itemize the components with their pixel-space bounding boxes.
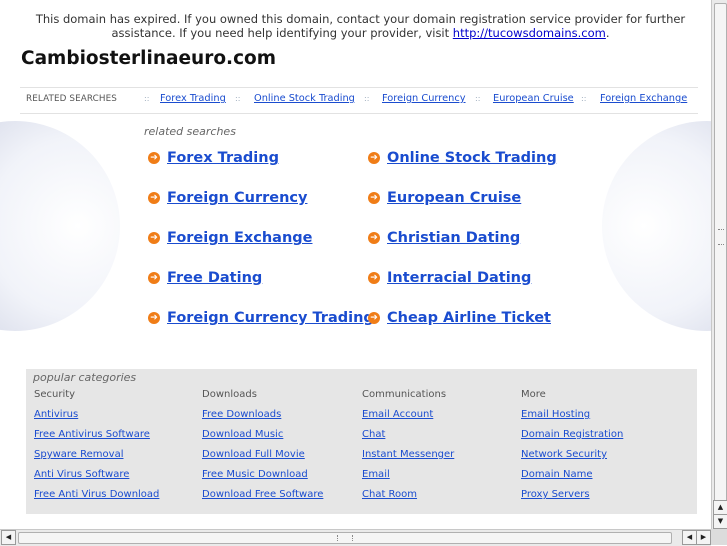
related-link-forex-trading[interactable]: Forex Trading (160, 93, 226, 104)
separator: :: (144, 94, 150, 103)
vertical-scroll-thumb[interactable] (714, 3, 727, 505)
main-link-row: ➔ Online Stock Trading (368, 150, 557, 166)
category-heading: More (521, 389, 546, 400)
category-link[interactable]: Domain Registration (521, 429, 623, 449)
category-link[interactable]: Free Downloads (202, 409, 323, 429)
separator: :: (581, 94, 587, 103)
grip-icon (718, 229, 724, 245)
category-link[interactable]: Antivirus (34, 409, 159, 429)
scroll-left-button[interactable]: ◀ (1, 530, 16, 545)
related-link-online-stock-trading[interactable]: Online Stock Trading (254, 93, 355, 104)
category-link[interactable]: Download Free Software (202, 489, 323, 509)
category-link[interactable]: Proxy Servers (521, 489, 623, 509)
category-link[interactable]: Email (362, 469, 454, 489)
category-link[interactable]: Chat Room (362, 489, 454, 509)
category-link[interactable]: Email Hosting (521, 409, 623, 429)
scroll-left-button-2[interactable]: ◀ (682, 530, 697, 545)
main-link-free-dating[interactable]: Free Dating (167, 270, 262, 286)
category-link[interactable]: Chat (362, 429, 454, 449)
arrow-bullet-icon: ➔ (148, 192, 160, 204)
main-link-online-stock-trading[interactable]: Online Stock Trading (387, 150, 557, 166)
related-searches-label: RELATED SEARCHES (26, 94, 117, 104)
horizontal-scrollbar[interactable]: ◀ ◀ ▶ (0, 529, 711, 546)
category-heading: Communications (362, 389, 447, 400)
main-link-row: ➔ Forex Trading (148, 150, 279, 166)
horizontal-scroll-thumb[interactable] (18, 532, 672, 544)
main-link-interracial-dating[interactable]: Interracial Dating (387, 270, 531, 286)
site-title: Cambiosterlinaeuro.com (21, 48, 277, 69)
category-link[interactable]: Free Antivirus Software (34, 429, 159, 449)
divider-top (20, 87, 698, 88)
category-column-communications: Communications Email Account Chat Instan… (362, 389, 454, 509)
separator: :: (475, 94, 481, 103)
main-link-european-cruise[interactable]: European Cruise (387, 190, 521, 206)
related-link-european-cruise[interactable]: European Cruise (493, 93, 574, 104)
vertical-scrollbar[interactable]: ▲ ▼ (711, 0, 727, 529)
category-link[interactable]: Email Account (362, 409, 454, 429)
category-column-more: More Email Hosting Domain Registration N… (521, 389, 623, 509)
main-link-foreign-exchange[interactable]: Foreign Exchange (167, 230, 312, 246)
category-link[interactable]: Network Security (521, 449, 623, 469)
decorative-orb-right (602, 121, 711, 331)
category-heading: Downloads (202, 389, 257, 400)
category-link[interactable]: Anti Virus Software (34, 469, 159, 489)
main-link-row: ➔ Foreign Currency Trading (148, 310, 374, 326)
separator: :: (235, 94, 241, 103)
category-heading: Security (34, 389, 76, 400)
arrow-bullet-icon: ➔ (368, 272, 380, 284)
popular-categories-panel: popular categories Security Antivirus Fr… (26, 369, 697, 514)
tucows-link[interactable]: http://tucowsdomains.com (453, 26, 606, 40)
main-link-row: ➔ Foreign Currency (148, 190, 307, 206)
main-link-cheap-airline-ticket[interactable]: Cheap Airline Ticket (387, 310, 551, 326)
category-column-security: Security Antivirus Free Antivirus Softwa… (34, 389, 159, 509)
scrollbar-corner (711, 529, 727, 545)
arrow-bullet-icon: ➔ (368, 312, 380, 324)
main-link-row: ➔ Free Dating (148, 270, 262, 286)
main-link-christian-dating[interactable]: Christian Dating (387, 230, 520, 246)
main-link-row: ➔ Interracial Dating (368, 270, 531, 286)
expired-notice: This domain has expired. If you owned th… (20, 12, 701, 40)
main-link-row: ➔ Cheap Airline Ticket (368, 310, 551, 326)
arrow-bullet-icon: ➔ (148, 312, 160, 324)
popular-categories-title: popular categories (33, 371, 137, 384)
category-link[interactable]: Free Anti Virus Download (34, 489, 159, 509)
main-link-forex-trading[interactable]: Forex Trading (167, 150, 279, 166)
related-searches-bar: RELATED SEARCHES :: Forex Trading :: Onl… (26, 93, 698, 107)
related-searches-heading: related searches (144, 125, 236, 138)
divider-related (20, 113, 698, 114)
decorative-orb-left (0, 121, 120, 331)
related-link-foreign-exchange[interactable]: Foreign Exchange (600, 93, 687, 104)
category-link[interactable]: Spyware Removal (34, 449, 159, 469)
main-link-row: ➔ Christian Dating (368, 230, 520, 246)
grip-icon (337, 535, 353, 541)
arrow-bullet-icon: ➔ (368, 232, 380, 244)
scroll-up-button[interactable]: ▲ (713, 500, 727, 515)
main-link-foreign-currency[interactable]: Foreign Currency (167, 190, 307, 206)
arrow-bullet-icon: ➔ (148, 232, 160, 244)
related-link-foreign-currency[interactable]: Foreign Currency (382, 93, 466, 104)
expired-notice-end: . (605, 26, 610, 40)
arrow-bullet-icon: ➔ (148, 152, 160, 164)
scroll-down-button[interactable]: ▼ (713, 514, 727, 529)
arrow-bullet-icon: ➔ (368, 192, 380, 204)
category-link[interactable]: Domain Name (521, 469, 623, 489)
arrow-bullet-icon: ➔ (368, 152, 380, 164)
category-link[interactable]: Instant Messenger (362, 449, 454, 469)
category-link[interactable]: Free Music Download (202, 469, 323, 489)
category-column-downloads: Downloads Free Downloads Download Music … (202, 389, 323, 509)
category-link[interactable]: Download Full Movie (202, 449, 323, 469)
main-link-row: ➔ Foreign Exchange (148, 230, 312, 246)
main-link-foreign-currency-trading[interactable]: Foreign Currency Trading (167, 310, 374, 326)
main-link-row: ➔ European Cruise (368, 190, 521, 206)
scroll-right-button[interactable]: ▶ (696, 530, 711, 545)
page-viewport: This domain has expired. If you owned th… (0, 0, 711, 529)
arrow-bullet-icon: ➔ (148, 272, 160, 284)
separator: :: (364, 94, 370, 103)
category-link[interactable]: Download Music (202, 429, 323, 449)
